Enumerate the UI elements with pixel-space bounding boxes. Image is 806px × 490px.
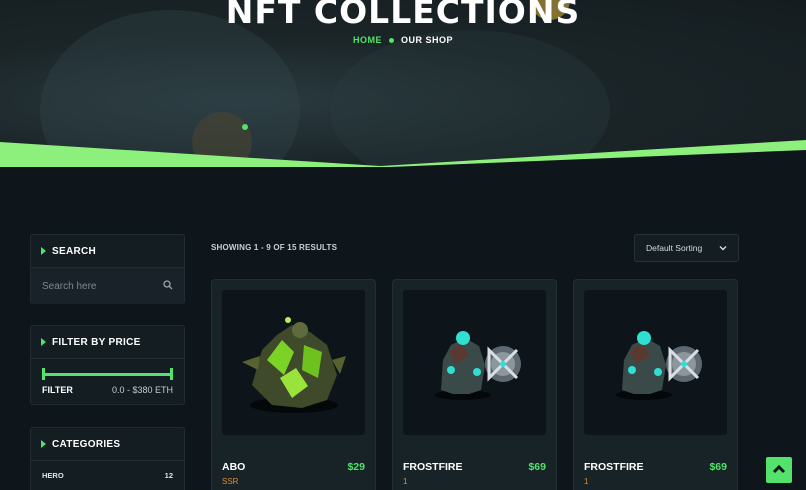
product-image[interactable] [584,290,727,435]
product-rarity: 1 [584,477,589,486]
price-filter-row: FILTER 0.0 - $380 ETH [31,381,184,395]
price-range-max-handle[interactable] [170,368,173,380]
product-name[interactable]: FROSTFIRE [584,461,644,473]
breadcrumb: HOME OUR SHOP [0,35,806,45]
product-price: $29 [347,461,365,473]
product-price: $69 [528,461,546,473]
search-widget-header: SEARCH [31,235,184,268]
sort-select-value: Default Sorting [646,243,703,253]
price-filter-title: FILTER BY PRICE [52,336,141,348]
hero-decor-dot [242,124,248,130]
caret-right-icon [41,247,46,255]
search-input[interactable] [42,280,152,292]
price-filter-widget: FILTER BY PRICE FILTER 0.0 - $380 ETH [30,325,185,405]
product-card[interactable]: ABO $29 SSR [211,279,376,490]
product-name[interactable]: ABO [222,461,245,473]
product-card[interactable]: FROSTFIRE $69 1 [392,279,557,490]
search-widget: SEARCH [30,234,185,304]
categories-title: CATEGORIES [52,438,121,450]
page-title: NFT COLLECTIONS [225,0,581,31]
product-card[interactable]: FROSTFIRE $69 1 [573,279,738,490]
chevron-down-icon [719,243,727,253]
chevron-up-icon [772,461,786,479]
price-range-min-handle[interactable] [42,368,45,380]
product-rarity: SSR [222,477,239,486]
search-box [31,268,184,304]
breadcrumb-separator [388,37,394,43]
price-range-track [42,373,173,376]
caret-right-icon [41,440,46,448]
results-count: SHOWING 1 - 9 OF 15 RESULTS [211,243,338,252]
caret-right-icon [41,338,46,346]
search-widget-title: SEARCH [52,245,97,257]
sort-select[interactable]: Default Sorting [634,234,739,262]
product-rarity: 1 [403,477,408,486]
breadcrumb-home-link[interactable]: HOME [353,35,382,45]
breadcrumb-current: OUR SHOP [400,35,453,45]
categories-header: CATEGORIES [31,428,184,461]
category-label: HERO [42,471,64,480]
categories-widget: CATEGORIES HERO 12 [30,427,185,490]
product-image[interactable] [403,290,546,435]
category-item-hero[interactable]: HERO 12 [31,461,184,490]
hero-green-band [0,140,806,167]
search-icon[interactable] [163,277,173,295]
product-name[interactable]: FROSTFIRE [403,461,463,473]
price-filter-header: FILTER BY PRICE [31,326,184,359]
category-count: 12 [164,471,173,480]
price-range-slider[interactable] [42,367,173,381]
back-to-top-button[interactable] [766,457,792,483]
filter-button[interactable]: FILTER [42,385,73,395]
product-price: $69 [709,461,727,473]
price-range-value: 0.0 - $380 ETH [111,385,173,395]
product-image[interactable] [222,290,365,435]
